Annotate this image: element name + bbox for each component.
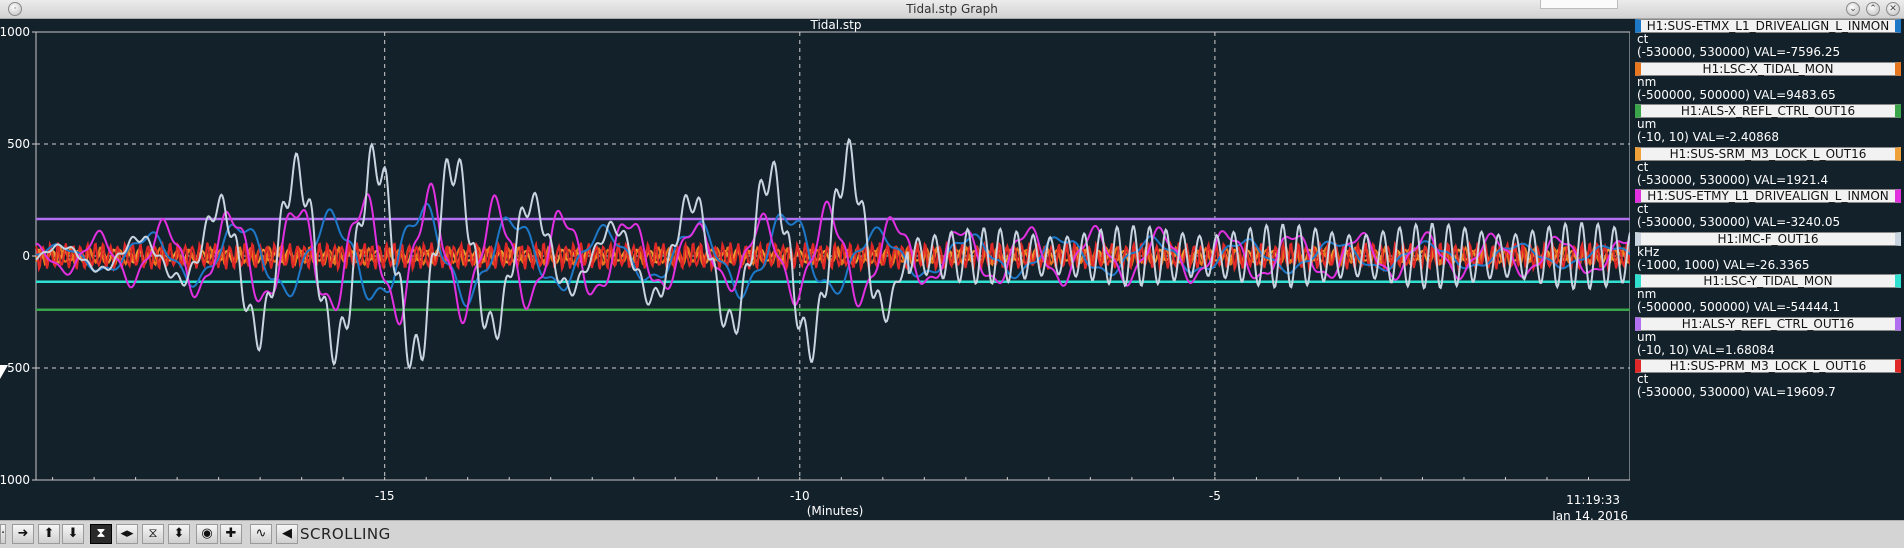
legend-channel-box[interactable]: H1:LSC-Y_TIDAL_MON xyxy=(1635,274,1901,288)
legend-range: (-1000, 1000) VAL=-26.3365 xyxy=(1637,257,1810,272)
mode-label: SCROLLING xyxy=(300,525,391,543)
legend-entry[interactable]: H1:ALS-X_REFL_CTRL_OUT16 um (-10, 10) VAL=… xyxy=(1632,104,1904,146)
minimize-button[interactable]: ⌄ xyxy=(1846,2,1860,16)
maximize-button[interactable]: ⌃ xyxy=(1866,2,1880,16)
legend-unit: nm xyxy=(1637,74,1657,89)
x-tick-label: -10 xyxy=(790,489,810,503)
legend-unit: kHz xyxy=(1637,244,1660,259)
legend-range: (-530000, 530000) VAL=-3240.05 xyxy=(1637,215,1841,229)
window-titlebar: · Tidal.stp Graph ⌄ ⌃ ✕ xyxy=(0,0,1904,19)
legend-range: (-10, 10) VAL=1.68084 xyxy=(1637,342,1775,357)
wave-icon[interactable]: ∿ xyxy=(250,524,272,544)
legend-range: (-500000, 500000) VAL=-54444.1 xyxy=(1637,300,1841,314)
legend-channel-name: H1:SUS-ETMY_L1_DRIVEALIGN_L_INMON xyxy=(1647,189,1889,203)
plus-icon[interactable]: ✚ xyxy=(220,524,242,544)
legend-entry[interactable]: H1:SUS-ETMY_L1_DRIVEALIGN_L_INMON ct (-530… xyxy=(1632,189,1904,231)
legend-channel-name: H1:SUS-PRM_M3_LOCK_L_OUT16 xyxy=(1669,359,1867,373)
close-button[interactable]: ✕ xyxy=(1886,2,1900,16)
timestamp-time: 11:19:33 xyxy=(1566,493,1620,507)
legend-range: (-530000, 530000) VAL=19609.7 xyxy=(1637,385,1836,399)
x-axis-title: (Minutes) xyxy=(806,504,864,518)
y-tick-label: 500 xyxy=(7,361,30,375)
x-tick-label: -5 xyxy=(1209,489,1221,503)
legend-range: (-500000, 500000) VAL=9483.65 xyxy=(1637,87,1836,102)
target-icon[interactable]: ◉ xyxy=(196,524,218,544)
x-tick-label: -15 xyxy=(375,489,395,503)
legend-entry[interactable]: H1:IMC-F_OUT16 kHz (-1000, 1000) VAL=-26.3… xyxy=(1632,231,1904,274)
legend-channel-name: H1:LSC-X_TIDAL_MON xyxy=(1702,61,1834,76)
legend-channel-box[interactable]: H1:LSC-X_TIDAL_MON xyxy=(1635,61,1901,76)
timestamp-date: Jan 14, 2016 xyxy=(1551,509,1628,520)
legend-range: (-530000, 530000) VAL=1921.4 xyxy=(1637,172,1829,187)
y-tick-label: 1000 xyxy=(0,473,30,487)
back-icon[interactable]: ◀ xyxy=(276,524,298,544)
legend-channel-name: H1:SUS-SRM_M3_LOCK_L_OUT16 xyxy=(1669,146,1867,161)
window-title: Tidal.stp Graph xyxy=(906,2,998,16)
toolbar: · ➜ ⬆ ⬇ ⧗ ◂▸ ⧖ ⬍ ◉ ✚ ∿ ◀ SCROLLING xyxy=(0,520,1904,548)
y-tick-label: 1000 xyxy=(0,25,30,39)
stretch-horizontal-icon[interactable]: ◂▸ xyxy=(116,524,138,544)
legend-channel-name: H1:LSC-Y_TIDAL_MON xyxy=(1703,274,1833,288)
arrow-up-icon[interactable]: ⬆ xyxy=(38,524,60,544)
arrow-right-icon[interactable]: ➜ xyxy=(12,524,34,544)
legend-channel-box[interactable]: H1:ALS-Y_REFL_CTRL_OUT16 xyxy=(1635,316,1901,331)
legend-channel-box[interactable]: H1:SUS-PRM_M3_LOCK_L_OUT16 xyxy=(1635,359,1901,373)
legend-entry[interactable]: H1:SUS-SRM_M3_LOCK_L_OUT16ct (-530000, 53… xyxy=(1632,146,1904,189)
stretch-vertical-icon[interactable]: ⬍ xyxy=(168,524,190,544)
y-tick-label: 0 xyxy=(22,249,30,263)
legend-channel-box[interactable]: H1:SUS-ETMY_L1_DRIVEALIGN_L_INMON xyxy=(1635,189,1901,203)
legend-entry[interactable]: H1:SUS-PRM_M3_LOCK_L_OUT16 ct (-530000, 53… xyxy=(1632,359,1904,401)
legend-entry[interactable]: H1:LSC-Y_TIDAL_MON nm (-500000, 500000) VA… xyxy=(1632,274,1904,316)
legend-channel-box[interactable]: H1:ALS-X_REFL_CTRL_OUT16 xyxy=(1635,104,1901,118)
arrow-down-icon[interactable]: ⬇ xyxy=(62,524,84,544)
series-line xyxy=(35,240,1630,273)
mouse-cursor-icon xyxy=(0,365,8,379)
legend-entry[interactable]: H1:LSC-X_TIDAL_MONnm (-500000, 500000) VA… xyxy=(1632,61,1904,104)
legend-channel-box[interactable]: H1:IMC-F_OUT16 xyxy=(1635,231,1901,246)
titlebar-field xyxy=(1540,0,1618,9)
legend-unit: ct xyxy=(1637,159,1649,174)
legend: H1:SUS-ETMX_L1_DRIVEALIGN_L_INMON ct (-530… xyxy=(1632,19,1904,419)
legend-range: (-10, 10) VAL=-2.40868 xyxy=(1637,130,1780,144)
legend-channel-box[interactable]: H1:SUS-ETMX_L1_DRIVEALIGN_L_INMON xyxy=(1635,19,1901,33)
y-tick-label: 500 xyxy=(7,137,30,151)
zoom-x-icon[interactable]: ⧗ xyxy=(90,524,112,544)
legend-channel-name: H1:ALS-X_REFL_CTRL_OUT16 xyxy=(1680,104,1856,118)
legend-unit: um xyxy=(1637,329,1657,344)
plot-title: Tidal.stp xyxy=(810,19,862,32)
toolbar-left-icon[interactable]: · xyxy=(0,524,6,544)
legend-entry[interactable]: H1:SUS-ETMX_L1_DRIVEALIGN_L_INMON ct (-530… xyxy=(1632,19,1904,61)
plot-panel[interactable]: Tidal.stp 1000 500 0 500 1000 -15 -10 -5 11:19:… xyxy=(0,19,1904,520)
legend-channel-box[interactable]: H1:SUS-SRM_M3_LOCK_L_OUT16 xyxy=(1635,146,1901,161)
legend-entry[interactable]: H1:ALS-Y_REFL_CTRL_OUT16um (-10, 10) VAL=… xyxy=(1632,316,1904,359)
legend-range: (-530000, 530000) VAL=-7596.25 xyxy=(1637,45,1841,59)
chart[interactable]: Tidal.stp 1000 500 0 500 1000 -15 -10 -5 11:19:… xyxy=(0,19,1630,520)
legend-channel-name: H1:IMC-F_OUT16 xyxy=(1717,231,1819,246)
legend-channel-name: H1:SUS-ETMX_L1_DRIVEALIGN_L_INMON xyxy=(1646,19,1890,33)
zoom-y-icon[interactable]: ⧖ xyxy=(142,524,164,544)
legend-channel-name: H1:ALS-Y_REFL_CTRL_OUT16 xyxy=(1681,316,1855,331)
